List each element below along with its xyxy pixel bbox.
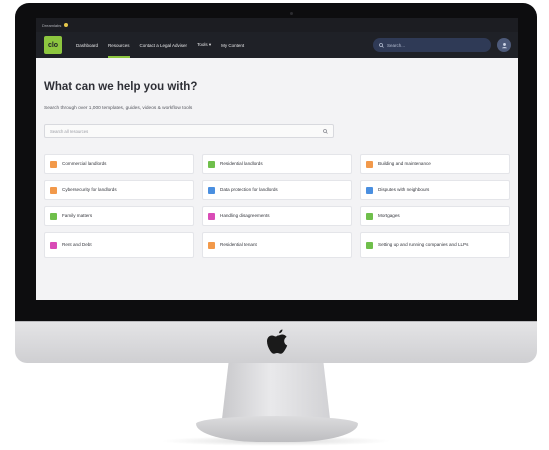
screen: Dreamlabs clo Dashboard Resources Contac… bbox=[36, 18, 518, 300]
resource-search-placeholder: Search all resources bbox=[50, 128, 89, 134]
category-card-companies-llps[interactable]: Setting up and running companies and LLP… bbox=[360, 232, 510, 258]
nav-dashboard[interactable]: Dashboard bbox=[76, 32, 98, 58]
category-card-commercial-landlords[interactable]: Commercial landlords bbox=[44, 154, 194, 174]
category-card-mortgages[interactable]: Mortgages bbox=[360, 206, 510, 226]
category-label: Residential landlords bbox=[220, 161, 263, 166]
category-card-rent-debt[interactable]: Rent and Debt bbox=[44, 232, 194, 258]
category-label: Family matters bbox=[62, 213, 93, 218]
top-navigation: clo Dashboard Resources Contact a Legal … bbox=[36, 32, 518, 58]
chat-icon bbox=[208, 212, 215, 220]
user-icon bbox=[501, 42, 507, 48]
category-card-residential-tenant[interactable]: Residential tenant bbox=[202, 232, 352, 258]
apple-logo-icon bbox=[267, 329, 288, 354]
category-card-handling-disagreements[interactable]: Handling disagreements bbox=[202, 206, 352, 226]
category-label: Building and maintenance bbox=[378, 161, 431, 166]
sofa-icon bbox=[208, 241, 215, 249]
house-icon bbox=[366, 212, 373, 220]
nav-resources[interactable]: Resources bbox=[108, 32, 130, 58]
category-grid: Commercial landlords Residential landlor… bbox=[44, 154, 510, 258]
nav-my-content[interactable]: My Content bbox=[221, 32, 244, 58]
nav-tools[interactable]: Tools ▾ bbox=[197, 32, 211, 58]
building-icon bbox=[50, 160, 57, 168]
house-icon bbox=[208, 160, 215, 168]
category-label: Data protection for landlords bbox=[220, 187, 278, 192]
browser-tab-title[interactable]: Dreamlabs bbox=[42, 23, 61, 28]
page-subtitle: Search through over 1,000 templates, gui… bbox=[44, 106, 193, 111]
category-card-data-protection[interactable]: Data protection for landlords bbox=[202, 180, 352, 200]
category-card-building-maintenance[interactable]: Building and maintenance bbox=[360, 154, 510, 174]
category-label: Handling disagreements bbox=[220, 213, 270, 218]
category-label: Setting up and running companies and LLP… bbox=[378, 242, 469, 247]
category-card-residential-landlords[interactable]: Residential landlords bbox=[202, 154, 352, 174]
browser-favicon-icon bbox=[64, 23, 69, 27]
search-icon bbox=[379, 42, 384, 48]
calendar-icon bbox=[50, 212, 57, 220]
user-avatar[interactable] bbox=[497, 38, 511, 52]
category-label: Residential tenant bbox=[220, 242, 257, 247]
leaf-icon bbox=[366, 241, 373, 249]
page-title: What can we help you with? bbox=[44, 81, 198, 93]
document-icon bbox=[208, 186, 215, 194]
category-card-cybersecurity[interactable]: Cybersecurity for landlords bbox=[44, 180, 194, 200]
category-card-family-matters[interactable]: Family matters bbox=[44, 206, 194, 226]
main-content: What can we help you with? Search throug… bbox=[36, 58, 518, 300]
nav-contact-legal-adviser[interactable]: Contact a Legal Adviser bbox=[140, 32, 188, 58]
imac-mockup: Dreamlabs clo Dashboard Resources Contac… bbox=[0, 0, 549, 450]
people-icon bbox=[366, 186, 373, 194]
camera-dot bbox=[290, 12, 293, 15]
category-label: Cybersecurity for landlords bbox=[62, 187, 117, 192]
stand-neck bbox=[222, 363, 330, 419]
tools-icon bbox=[366, 160, 373, 168]
tag-icon bbox=[50, 186, 57, 194]
app-logo[interactable]: clo bbox=[44, 36, 62, 54]
category-label: Disputes with neighbours bbox=[378, 187, 430, 192]
search-icon bbox=[323, 128, 328, 134]
category-label: Rent and Debt bbox=[62, 242, 92, 247]
global-search-input[interactable]: Search... bbox=[373, 38, 491, 52]
browser-tab-bar: Dreamlabs bbox=[36, 18, 518, 32]
category-label: Commercial landlords bbox=[62, 161, 107, 166]
resource-search-input[interactable]: Search all resources bbox=[44, 124, 334, 138]
global-search-placeholder: Search... bbox=[387, 42, 406, 48]
category-card-disputes-neighbours[interactable]: Disputes with neighbours bbox=[360, 180, 510, 200]
receipt-icon bbox=[50, 241, 57, 249]
category-label: Mortgages bbox=[378, 213, 400, 218]
